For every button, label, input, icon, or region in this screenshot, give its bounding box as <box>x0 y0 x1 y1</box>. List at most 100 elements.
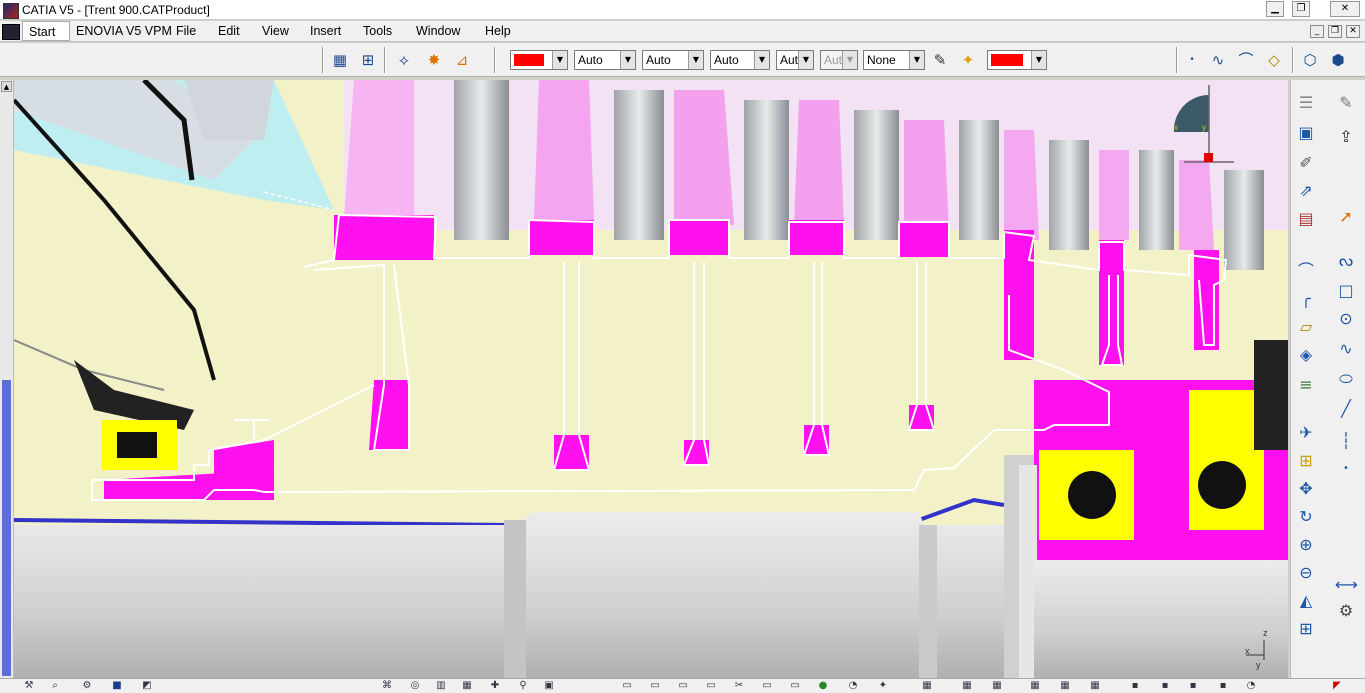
circle-icon[interactable]: ⊙ <box>1335 308 1357 330</box>
menu-window[interactable]: Window <box>416 24 460 38</box>
surface-icon[interactable]: ⌒ <box>1236 50 1256 70</box>
render-icon[interactable]: ▤ <box>1295 208 1317 230</box>
gear-icon[interactable]: ⚙ <box>80 680 94 692</box>
tool-icon[interactable]: ▦ <box>1028 680 1042 692</box>
chevron-down-icon[interactable]: ▼ <box>552 51 567 69</box>
doc-minimize-icon[interactable]: _ <box>1310 25 1324 38</box>
profile-icon[interactable]: ᔓ <box>1335 250 1357 272</box>
tool-icon[interactable]: ▦ <box>920 680 934 692</box>
line-type-combo[interactable]: Auto ▼ <box>574 50 636 70</box>
vertical-scrollbar[interactable]: ▲ <box>0 80 14 678</box>
fit-all-icon[interactable]: ⊞ <box>1295 450 1317 472</box>
tool-icon[interactable]: ▪ <box>1128 680 1142 692</box>
sketcher-icon[interactable]: ✎ <box>1335 92 1357 114</box>
rectangle-icon[interactable]: □ <box>1335 280 1357 302</box>
tool-icon[interactable]: ✚ <box>488 680 502 692</box>
tool-icon[interactable]: ▥ <box>434 680 448 692</box>
arc-icon[interactable]: ⌒ <box>1295 260 1317 282</box>
close-icon[interactable]: ✕ <box>1330 1 1360 17</box>
restore-icon[interactable]: ❐ <box>1292 1 1310 17</box>
analysis-icon[interactable]: ⚙ <box>1335 600 1357 622</box>
chevron-down-icon[interactable]: ▼ <box>1031 51 1046 69</box>
spline-icon[interactable]: ∿ <box>1335 338 1357 360</box>
transparency-combo[interactable]: Aut ▼ <box>776 50 814 70</box>
tool-icon[interactable]: ▦ <box>960 680 974 692</box>
plane-icon[interactable]: ◇ <box>1264 50 1284 70</box>
line-icon[interactable]: ╱ <box>1335 398 1357 420</box>
tool-icon[interactable]: ▣ <box>542 680 556 692</box>
cad-model-view[interactable]: x y z x y <box>14 80 1288 678</box>
normal-view-icon[interactable]: ◭ <box>1295 590 1317 612</box>
menu-tools[interactable]: Tools <box>363 24 392 38</box>
point-icon[interactable]: • <box>1335 458 1357 480</box>
select-icon[interactable]: ➚ <box>1335 206 1357 228</box>
construction-icon[interactable]: ⟡ <box>394 50 414 70</box>
tool-icon[interactable]: ◔ <box>1244 680 1258 692</box>
scroll-up-icon[interactable]: ▲ <box>1 81 12 92</box>
exit-workbench-icon[interactable]: ⇪ <box>1335 126 1357 148</box>
constraint-icon[interactable]: ◈ <box>1295 344 1317 366</box>
tool-icon[interactable]: ◤ <box>1330 680 1344 692</box>
spline-icon[interactable]: ∿ <box>1208 50 1228 70</box>
transform-icon[interactable]: ⇗ <box>1295 180 1317 202</box>
minimize-icon[interactable]: ▁ <box>1266 1 1284 17</box>
assembly-icon[interactable]: ⬢ <box>1328 50 1348 70</box>
eraser-icon[interactable]: ▱ <box>1295 316 1317 338</box>
grid-icon[interactable]: ▦ <box>330 50 350 70</box>
tool-icon[interactable]: ▭ <box>704 680 718 692</box>
rotate-icon[interactable]: ↻ <box>1295 506 1317 528</box>
tool-icon[interactable]: ▭ <box>648 680 662 692</box>
tool-icon[interactable]: ▭ <box>620 680 634 692</box>
chevron-down-icon[interactable]: ▼ <box>754 51 769 69</box>
attachment-icon[interactable]: ✐ <box>1295 152 1317 174</box>
tool-icon[interactable]: ▭ <box>788 680 802 692</box>
tool-icon[interactable]: ⌕ <box>48 680 62 692</box>
cube-icon[interactable]: ▣ <box>1295 122 1317 144</box>
doc-restore-icon[interactable]: ❐ <box>1328 25 1342 38</box>
scroll-thumb[interactable] <box>2 380 11 676</box>
spec-tree-icon[interactable]: ☰ <box>1295 92 1317 114</box>
point-icon[interactable]: • <box>1182 50 1202 70</box>
pan-icon[interactable]: ✥ <box>1295 478 1317 500</box>
tool-icon[interactable]: ◩ <box>140 680 154 692</box>
tool-icon[interactable]: ⚲ <box>516 680 530 692</box>
chevron-down-icon[interactable]: ▼ <box>688 51 703 69</box>
menu-enovia[interactable]: ENOVIA V5 VPM <box>76 24 172 38</box>
snap-grid-icon[interactable]: ⊞ <box>358 50 378 70</box>
relimit-icon[interactable]: ≡ <box>1295 374 1317 396</box>
zoom-out-icon[interactable]: ⊖ <box>1295 562 1317 584</box>
fly-icon[interactable]: ✈ <box>1295 422 1317 444</box>
tool-icon[interactable]: ▪ <box>1186 680 1200 692</box>
chevron-down-icon[interactable]: ▼ <box>620 51 635 69</box>
line-color-combo[interactable]: ▼ <box>510 50 568 70</box>
fill-color-combo[interactable]: ▼ <box>987 50 1047 70</box>
menu-help[interactable]: Help <box>485 24 511 38</box>
tool-icon[interactable]: ▭ <box>676 680 690 692</box>
tool-icon[interactable]: ⌘ <box>380 680 394 692</box>
tool-icon[interactable]: ▪ <box>1158 680 1172 692</box>
constraint-icon[interactable]: ✸ <box>424 50 444 70</box>
part-icon[interactable]: ⬡ <box>1300 50 1320 70</box>
tool-icon[interactable]: ● <box>816 680 830 692</box>
rendering-style-combo[interactable]: None ▼ <box>863 50 925 70</box>
tool-icon[interactable]: ◎ <box>408 680 422 692</box>
multi-view-icon[interactable]: ⊞ <box>1295 618 1317 640</box>
tool-icon[interactable]: ✂ <box>732 680 746 692</box>
tool-icon[interactable]: ◔ <box>846 680 860 692</box>
menu-file[interactable]: File <box>176 24 196 38</box>
3d-viewport[interactable]: x y z x y <box>14 80 1288 678</box>
dimension-icon[interactable]: ⊿ <box>452 50 472 70</box>
properties-icon[interactable]: ✦ <box>958 50 978 70</box>
tool-icon[interactable]: ⚒ <box>22 680 36 692</box>
tool-icon[interactable]: ▦ <box>1088 680 1102 692</box>
menu-insert[interactable]: Insert <box>310 24 341 38</box>
menu-view[interactable]: View <box>262 24 289 38</box>
line-thickness-combo[interactable]: Auto ▼ <box>642 50 704 70</box>
tool-icon[interactable]: ■ <box>110 680 124 692</box>
point-type-combo[interactable]: Auto ▼ <box>710 50 770 70</box>
doc-close-icon[interactable]: ✕ <box>1346 25 1360 38</box>
zoom-in-icon[interactable]: ⊕ <box>1295 534 1317 556</box>
menu-edit[interactable]: Edit <box>218 24 240 38</box>
menu-start[interactable]: Start <box>22 21 70 41</box>
tool-icon[interactable]: ✦ <box>876 680 890 692</box>
